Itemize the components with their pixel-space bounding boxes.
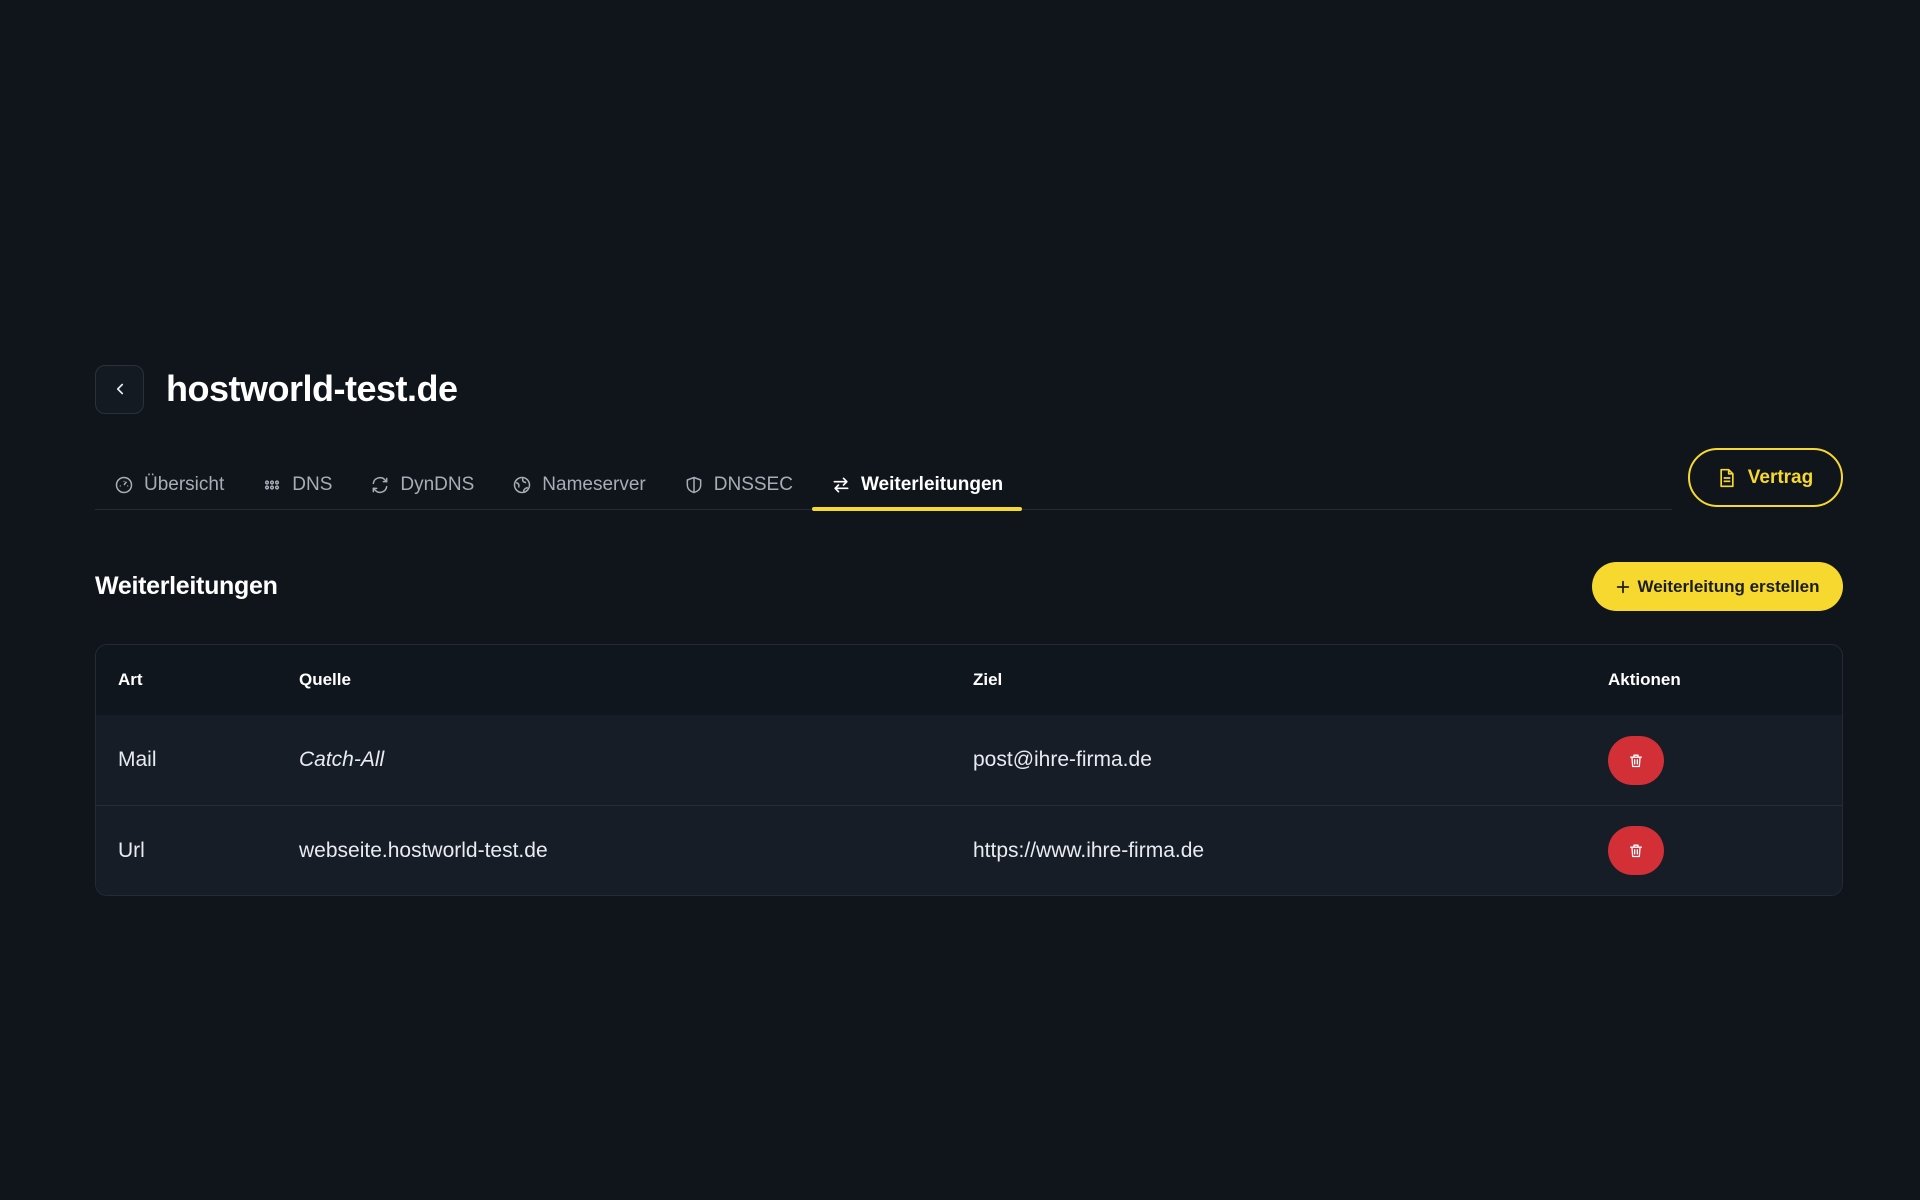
tab-dyndns[interactable]: DynDNS bbox=[351, 460, 493, 509]
delete-button[interactable] bbox=[1608, 735, 1664, 785]
column-header-art: Art bbox=[118, 670, 143, 689]
column-header-ziel: Ziel bbox=[973, 670, 1003, 689]
back-button[interactable] bbox=[95, 364, 144, 414]
cell-type: Url bbox=[118, 838, 145, 862]
cell-actions bbox=[1586, 826, 1842, 875]
globe-icon bbox=[514, 476, 531, 493]
tabbar-row: Übersicht DNS DynDNS Nameserver DNSSEC W… bbox=[95, 448, 1843, 532]
create-redirect-label: Weiterleitung erstellen bbox=[1637, 576, 1820, 596]
tab-label: Weiterleitungen bbox=[860, 473, 1004, 495]
document-icon bbox=[1720, 468, 1734, 487]
cell-actions bbox=[1586, 735, 1842, 785]
cell-source: Catch-All bbox=[299, 748, 385, 771]
tab-dns[interactable]: DNS bbox=[243, 460, 351, 509]
tab-dnssec[interactable]: DNSSEC bbox=[665, 460, 812, 509]
cell-target: post@ihre-firma.de bbox=[973, 748, 1152, 771]
cell-source: webseite.hostworld-test.de bbox=[299, 838, 548, 862]
page-title: hostworld-test.de bbox=[166, 368, 458, 409]
create-redirect-button[interactable]: Weiterleitung erstellen bbox=[1592, 562, 1843, 611]
delete-button[interactable] bbox=[1608, 826, 1664, 875]
redirects-table: Art Quelle Ziel Aktionen Mail Catch-All … bbox=[95, 644, 1843, 896]
gauge-icon bbox=[115, 476, 133, 493]
tab-label: Übersicht bbox=[144, 473, 225, 495]
chevron-left-icon bbox=[116, 383, 123, 395]
contract-button[interactable]: Vertrag bbox=[1688, 448, 1843, 507]
tab-bar: Übersicht DNS DynDNS Nameserver DNSSEC W… bbox=[95, 460, 1672, 511]
tab-uebersicht[interactable]: Übersicht bbox=[95, 460, 243, 509]
cell-type: Mail bbox=[118, 748, 157, 771]
trash-icon bbox=[1630, 844, 1642, 858]
tab-nameserver[interactable]: Nameserver bbox=[493, 460, 664, 509]
tab-label: DynDNS bbox=[400, 473, 475, 495]
page-header: hostworld-test.de bbox=[95, 364, 1843, 414]
refresh-icon bbox=[372, 476, 388, 493]
tab-weiterleitungen[interactable]: Weiterleitungen bbox=[811, 460, 1023, 511]
table-row: Url webseite.hostworld-test.de https://w… bbox=[96, 805, 1842, 895]
table-row: Mail Catch-All post@ihre-firma.de bbox=[96, 715, 1842, 805]
grid-dots-icon bbox=[265, 479, 280, 490]
section-title: Weiterleitungen bbox=[95, 572, 278, 600]
shield-icon bbox=[686, 476, 702, 493]
table-header-row: Art Quelle Ziel Aktionen bbox=[96, 645, 1842, 715]
arrows-swap-icon bbox=[833, 477, 849, 492]
domain-detail-page: hostworld-test.de Übersicht DNS DynDNS N… bbox=[95, 364, 1843, 896]
column-header-aktionen: Aktionen bbox=[1608, 670, 1681, 689]
tab-label: DNS bbox=[292, 473, 333, 495]
plus-icon bbox=[1617, 580, 1630, 593]
cell-target: https://www.ihre-firma.de bbox=[973, 838, 1205, 862]
tab-label: DNSSEC bbox=[713, 473, 793, 495]
tab-label: Nameserver bbox=[542, 473, 646, 495]
trash-icon bbox=[1630, 754, 1642, 767]
section-header: Weiterleitungen Weiterleitung erstellen bbox=[95, 562, 1843, 611]
contract-label: Vertrag bbox=[1747, 466, 1814, 488]
column-header-quelle: Quelle bbox=[299, 670, 351, 689]
